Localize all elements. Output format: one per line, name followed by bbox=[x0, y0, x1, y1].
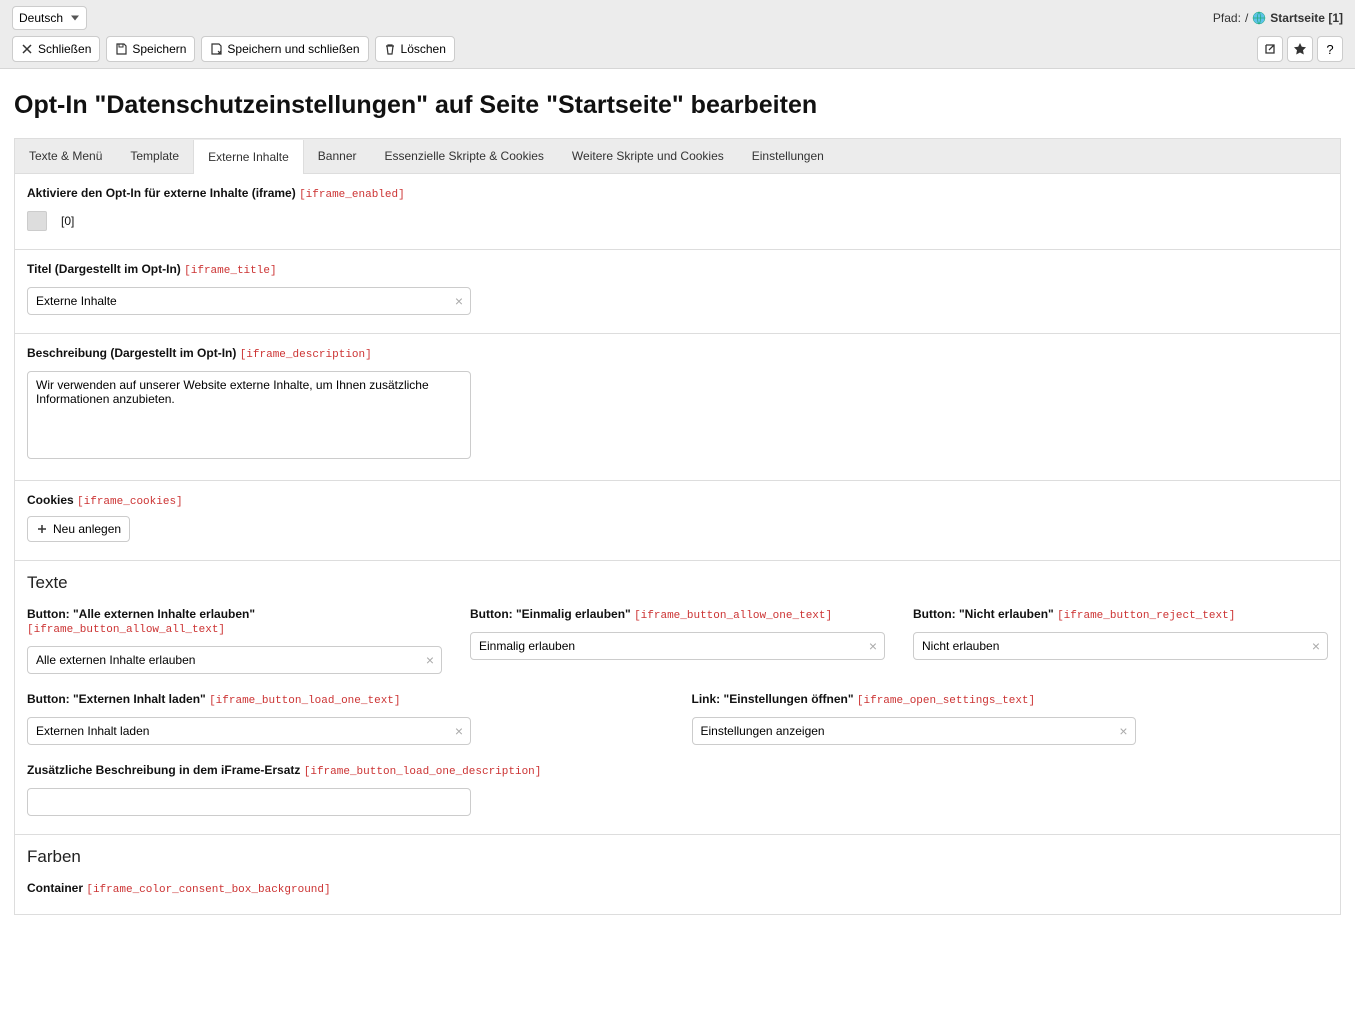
iframe-enabled-label: Aktiviere den Opt-In für externe Inhalte… bbox=[27, 186, 296, 200]
open-settings-input[interactable] bbox=[692, 717, 1136, 745]
help-icon: ? bbox=[1326, 42, 1333, 57]
allow-one-label: Button: "Einmalig erlauben" bbox=[470, 607, 631, 621]
reject-key: [iframe_button_reject_text] bbox=[1057, 610, 1235, 622]
clear-icon[interactable]: × bbox=[455, 294, 463, 308]
clear-icon[interactable]: × bbox=[426, 653, 434, 667]
iframe-title-label: Titel (Dargestellt im Opt-In) bbox=[27, 262, 181, 276]
open-settings-key: [iframe_open_settings_text] bbox=[857, 695, 1035, 707]
reject-input[interactable] bbox=[913, 632, 1328, 660]
open-external-button[interactable] bbox=[1257, 36, 1283, 62]
load-one-desc-input[interactable] bbox=[27, 788, 471, 816]
load-one-desc-key: [iframe_button_load_one_description] bbox=[304, 766, 542, 778]
trash-icon bbox=[384, 43, 396, 55]
iframe-description-label: Beschreibung (Dargestellt im Opt-In) bbox=[27, 346, 236, 360]
toolbar: Deutsch Pfad: / Startseite [1] Schließen… bbox=[0, 0, 1355, 69]
load-one-input[interactable] bbox=[27, 717, 471, 745]
iframe-title-key: [iframe_title] bbox=[184, 265, 276, 277]
load-one-label: Button: "Externen Inhalt laden" bbox=[27, 692, 206, 706]
container-color-label: Container bbox=[27, 881, 83, 895]
open-settings-label: Link: "Einstellungen öffnen" bbox=[692, 692, 854, 706]
globe-icon bbox=[1252, 11, 1266, 25]
help-button[interactable]: ? bbox=[1317, 36, 1343, 62]
clear-icon[interactable]: × bbox=[869, 639, 877, 653]
breadcrumb: Pfad: / Startseite [1] bbox=[1213, 11, 1343, 25]
iframe-description-textarea[interactable]: Wir verwenden auf unserer Website extern… bbox=[27, 371, 471, 459]
load-one-desc-label: Zusätzliche Beschreibung in dem iFrame-E… bbox=[27, 763, 300, 777]
allow-one-input[interactable] bbox=[470, 632, 885, 660]
allow-all-input[interactable] bbox=[27, 646, 442, 674]
page-title: Opt-In "Datenschutzeinstellungen" auf Se… bbox=[14, 91, 1341, 120]
allow-all-label: Button: "Alle externen Inhalte erlauben" bbox=[27, 607, 255, 621]
iframe-enabled-key: [iframe_enabled] bbox=[299, 189, 405, 201]
clear-icon[interactable]: × bbox=[455, 724, 463, 738]
plus-icon bbox=[36, 523, 48, 535]
breadcrumb-current[interactable]: Startseite [1] bbox=[1270, 11, 1343, 25]
iframe-cookies-label: Cookies bbox=[27, 493, 74, 507]
favorite-button[interactable] bbox=[1287, 36, 1313, 62]
add-cookie-button[interactable]: Neu anlegen bbox=[27, 516, 130, 542]
close-icon bbox=[21, 43, 33, 55]
clear-icon[interactable]: × bbox=[1312, 639, 1320, 653]
tab-weitere[interactable]: Weitere Skripte und Cookies bbox=[558, 139, 738, 173]
tab-texte-menu[interactable]: Texte & Menü bbox=[15, 139, 116, 173]
close-button[interactable]: Schließen bbox=[12, 36, 100, 62]
section-farben: Farben bbox=[27, 847, 1328, 867]
path-label: Pfad: bbox=[1213, 11, 1241, 25]
clear-icon[interactable]: × bbox=[1119, 724, 1127, 738]
tab-template[interactable]: Template bbox=[116, 139, 193, 173]
iframe-enabled-checkbox[interactable] bbox=[27, 211, 47, 231]
load-one-key: [iframe_button_load_one_text] bbox=[209, 695, 400, 707]
tab-externe-inhalte[interactable]: Externe Inhalte bbox=[193, 140, 304, 174]
star-icon bbox=[1293, 42, 1307, 56]
path-sep: / bbox=[1245, 11, 1248, 25]
iframe-description-key: [iframe_description] bbox=[240, 349, 372, 361]
language-select-wrap: Deutsch bbox=[12, 6, 87, 30]
save-close-button[interactable]: Speichern und schließen bbox=[201, 36, 368, 62]
tab-bar: Texte & Menü Template Externe Inhalte Ba… bbox=[15, 139, 1340, 174]
tab-essenzielle[interactable]: Essenzielle Skripte & Cookies bbox=[371, 139, 558, 173]
iframe-cookies-key: [iframe_cookies] bbox=[77, 496, 183, 508]
external-icon bbox=[1263, 42, 1277, 56]
allow-one-key: [iframe_button_allow_one_text] bbox=[634, 610, 832, 622]
save-button[interactable]: Speichern bbox=[106, 36, 195, 62]
save-icon bbox=[115, 43, 127, 55]
reject-label: Button: "Nicht erlauben" bbox=[913, 607, 1054, 621]
iframe-enabled-value: [0] bbox=[61, 214, 74, 228]
container-color-key: [iframe_color_consent_box_background] bbox=[86, 884, 330, 896]
save-close-icon bbox=[210, 43, 222, 55]
tab-einstellungen[interactable]: Einstellungen bbox=[738, 139, 838, 173]
tab-banner[interactable]: Banner bbox=[304, 139, 371, 173]
section-texte: Texte bbox=[27, 573, 1328, 593]
allow-all-key: [iframe_button_allow_all_text] bbox=[27, 624, 225, 636]
iframe-title-input[interactable] bbox=[27, 287, 471, 315]
language-select[interactable]: Deutsch bbox=[12, 6, 87, 30]
delete-button[interactable]: Löschen bbox=[375, 36, 455, 62]
